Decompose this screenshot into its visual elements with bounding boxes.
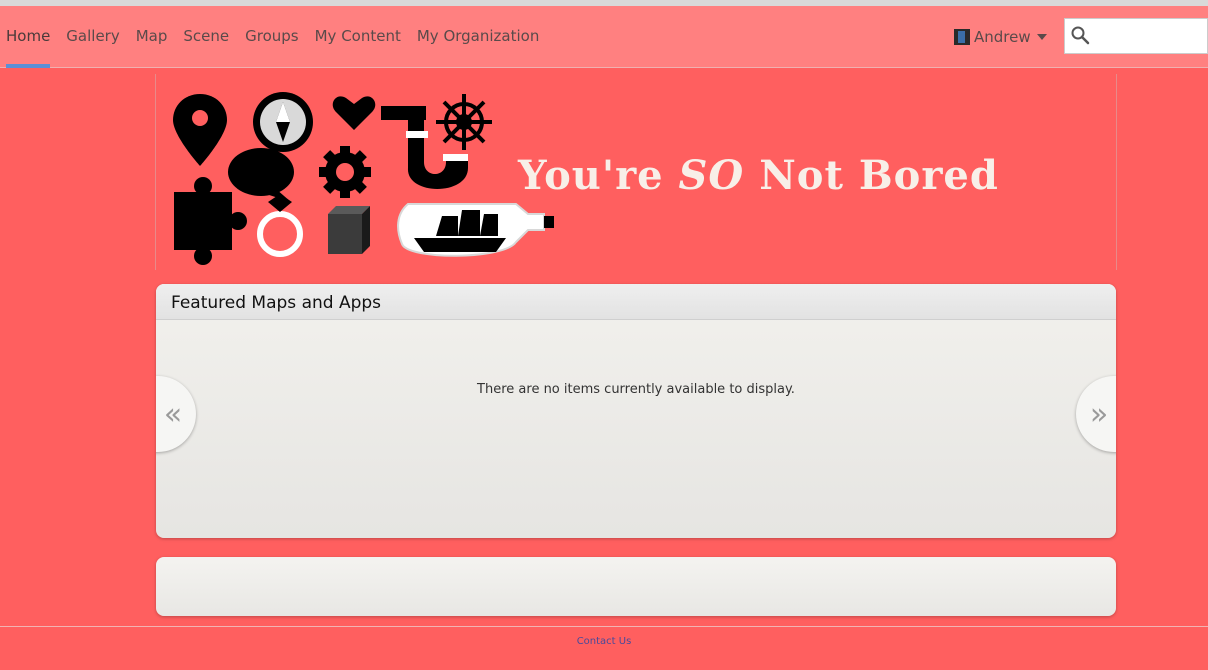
featured-panel: Featured Maps and Apps There are no item… [156, 284, 1116, 538]
banner: You're SO Not Bored [155, 74, 1117, 270]
secondary-panel [156, 557, 1116, 616]
nav-item-gallery[interactable]: Gallery [66, 6, 119, 68]
location-pin-icon [173, 94, 227, 166]
ship-in-bottle-icon [397, 203, 554, 257]
puzzle-piece-icon [174, 177, 247, 265]
empty-message: There are no items currently available t… [477, 382, 795, 397]
nav-item-my-content[interactable]: My Content [315, 6, 401, 68]
banner-title-part-2: SO [678, 152, 745, 199]
nav-item-my-organization[interactable]: My Organization [417, 6, 539, 68]
cube-icon [328, 206, 370, 254]
banner-icons [173, 92, 554, 265]
chevron-down-icon [1036, 34, 1047, 40]
nav-item-scene[interactable]: Scene [183, 6, 229, 68]
user-name: Andrew [974, 28, 1031, 46]
compass-icon [253, 92, 313, 152]
nav-item-map[interactable]: Map [136, 6, 168, 68]
nav-item-home[interactable]: Home [6, 6, 51, 68]
ring-icon [257, 194, 303, 257]
banner-title-part-1: You're [518, 152, 664, 199]
user-avatar-icon [954, 29, 970, 45]
gear-icon [319, 146, 371, 198]
speech-bubble-icon [228, 148, 294, 202]
user-menu[interactable]: Andrew [954, 6, 1047, 68]
banner-title: You're SO Not Bored [518, 152, 999, 199]
search-input[interactable] [1093, 21, 1203, 51]
top-navbar: Home Gallery Map Scene Groups My Content… [0, 6, 1208, 68]
heart-icon [332, 96, 376, 130]
search-box [1064, 18, 1208, 54]
nav-item-groups[interactable]: Groups [245, 6, 298, 68]
banner-title-part-3: Not Bored [759, 152, 999, 199]
pipe-icon [381, 106, 468, 189]
ship-wheel-icon [436, 94, 492, 150]
contact-us-link[interactable]: Contact Us [0, 636, 1208, 647]
search-icon[interactable] [1069, 24, 1093, 48]
footer-divider [0, 626, 1208, 627]
nav-menu: Home Gallery Map Scene Groups My Content… [6, 6, 555, 68]
featured-panel-title: Featured Maps and Apps [156, 284, 1116, 320]
